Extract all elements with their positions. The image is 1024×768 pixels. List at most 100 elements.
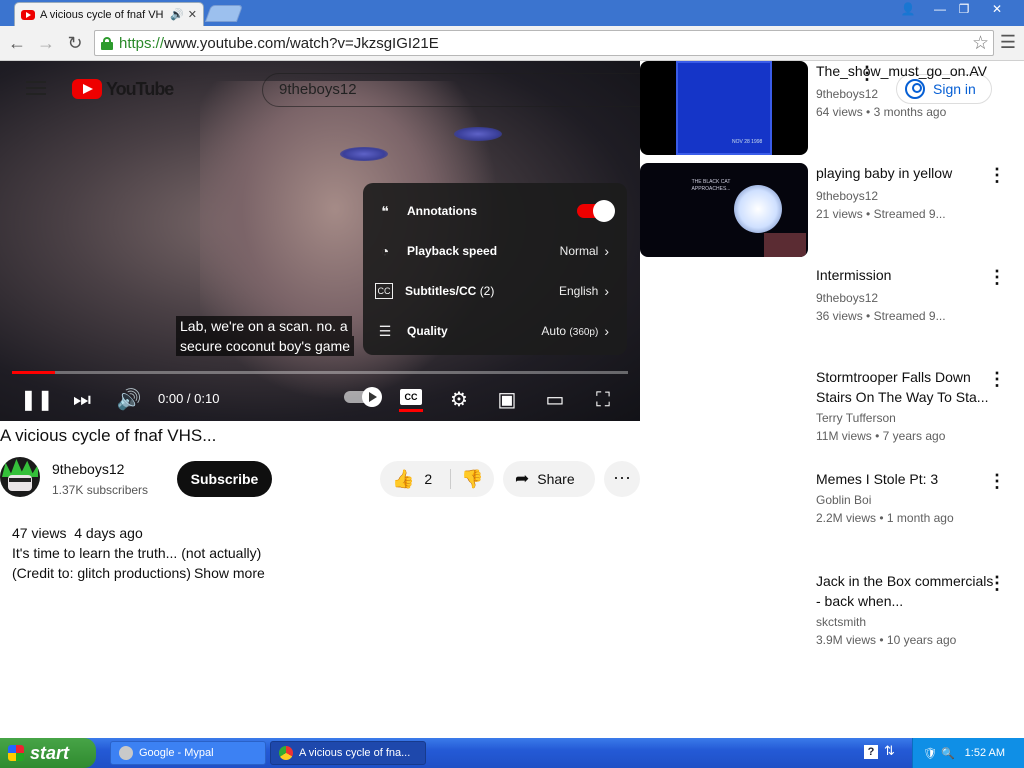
caption-line: Lab, we're on a scan. no. a xyxy=(176,316,352,336)
recommendation-item[interactable]: Memes I Stole Pt: 3 Goblin Boi 2.2M view… xyxy=(640,469,1024,569)
recommendation-channel[interactable]: skctsmith xyxy=(816,615,866,629)
sliders-icon: ☰ xyxy=(378,323,392,339)
speed-icon: ◔ xyxy=(380,243,390,259)
caption-line: secure coconut boy's game xyxy=(176,336,354,356)
subtitles-active-indicator xyxy=(399,409,423,412)
recommendation-stats: 21 views • Streamed 9... xyxy=(816,207,946,221)
video-thumbnail[interactable]: THE BLACK CAT APPROACHES... xyxy=(640,163,808,257)
recommendation-item[interactable]: Jack in the Box commercials - back when.… xyxy=(640,571,1024,671)
search-input[interactable]: 9theboys12 xyxy=(262,73,640,107)
recommendation-title[interactable]: The_show_must_go_on.AV xyxy=(816,61,994,81)
chrome-app-icon xyxy=(279,746,293,760)
hamburger-menu-icon[interactable] xyxy=(26,81,46,95)
new-tab-button[interactable] xyxy=(204,5,244,22)
miniplayer-icon[interactable]: ▣ xyxy=(492,385,522,415)
recommendation-item[interactable]: Intermission 9theboys12 36 views • Strea… xyxy=(640,265,1024,365)
more-vertical-icon[interactable]: ⋮ xyxy=(988,471,1006,495)
more-vertical-icon[interactable]: ⋮ xyxy=(988,267,1006,291)
video-player[interactable]: YouTube 9theboys12 Lab, we're on a scan.… xyxy=(0,61,640,421)
settings-item-value: Normal xyxy=(559,244,599,258)
description-meta: 47 views 4 days ago xyxy=(12,525,143,541)
settings-item-subtitles[interactable]: CC Subtitles/CC (2) English › xyxy=(363,271,627,311)
browser-menu-icon[interactable]: ☰ xyxy=(998,32,1018,54)
recommendation-title[interactable]: Memes I Stole Pt: 3 xyxy=(816,469,994,489)
taskbar-item-chrome[interactable]: A vicious cycle of fna... xyxy=(270,741,426,765)
youtube-wordmark[interactable]: YouTube xyxy=(106,79,174,100)
browser-tab-active[interactable]: A vicious cycle of fnaf VH 🔊 ✕ xyxy=(14,2,204,26)
forward-arrow-icon[interactable]: → xyxy=(34,32,58,54)
more-vertical-icon[interactable]: ⋮ xyxy=(988,369,1006,393)
description-box[interactable]: 47 views 4 days ago It's time to learn t… xyxy=(0,512,640,592)
url-scheme: https:// xyxy=(119,34,165,52)
share-button[interactable]: ➦ Share xyxy=(503,461,595,497)
bookmark-star-icon[interactable]: ☆ xyxy=(972,32,989,55)
thumbs-up-icon: 👍 xyxy=(392,468,415,489)
gear-icon[interactable]: ⚙ xyxy=(444,385,474,415)
recommendation-channel[interactable]: Terry Tufferson xyxy=(816,411,896,425)
more-vertical-icon[interactable]: ⋮ xyxy=(988,165,1006,189)
network-icon[interactable]: ⇅ xyxy=(884,743,895,759)
recommendation-channel[interactable]: 9theboys12 xyxy=(816,291,878,305)
youtube-page: YouTube 9theboys12 Lab, we're on a scan.… xyxy=(0,61,1024,738)
settings-item-label: Playback speed xyxy=(407,244,498,258)
cc-icon: CC xyxy=(375,283,393,299)
search-icon[interactable]: 🔍 xyxy=(941,747,955,760)
video-thumbnail[interactable]: NOV 28 1998 xyxy=(640,61,808,155)
upload-date: 4 days ago xyxy=(74,525,143,541)
minimize-button[interactable]: — xyxy=(928,1,952,18)
recommendation-channel[interactable]: 9theboys12 xyxy=(816,87,878,101)
speaker-icon[interactable]: 🔊 xyxy=(170,8,184,21)
clock: 1:52 AM xyxy=(964,747,1006,759)
recommendation-item[interactable]: NOV 28 1998 The_show_must_go_on.AV 9theb… xyxy=(640,61,1024,161)
tray-app-icon[interactable]: 🛡 xyxy=(923,747,937,760)
address-bar[interactable]: https:// www.youtube.com/watch?v=JkzsgIG… xyxy=(94,30,994,56)
tab-close-icon[interactable]: ✕ xyxy=(188,8,197,21)
volume-icon[interactable]: 🔊 xyxy=(114,385,144,415)
settings-item-annotations[interactable]: ❝ Annotations xyxy=(363,191,627,231)
recommendation-title[interactable]: Jack in the Box commercials - back when.… xyxy=(816,571,994,611)
recommendation-channel[interactable]: Goblin Boi xyxy=(816,493,871,507)
time-display: 0:00 / 0:10 xyxy=(158,391,220,406)
channel-avatar[interactable] xyxy=(0,457,40,497)
profile-icon[interactable]: 👤 xyxy=(896,1,920,18)
annotations-toggle[interactable] xyxy=(577,200,615,222)
settings-item-quality[interactable]: ☰ Quality Auto (360p) › xyxy=(363,311,627,351)
close-window-button[interactable]: ✕ xyxy=(985,1,1009,18)
player-controls: ❚❚ ⏭ 🔊 0:00 / 0:10 CC ⚙ ▣ ▭ ⛶ xyxy=(0,381,640,421)
recommendation-item[interactable]: Stormtrooper Falls Down Stairs On The Wa… xyxy=(640,367,1024,467)
recommendation-title[interactable]: playing baby in yellow xyxy=(816,163,994,183)
recommendation-channel[interactable]: 9theboys12 xyxy=(816,189,878,203)
dislike-button[interactable]: 👎 xyxy=(451,461,494,497)
recommendation-title[interactable]: Intermission xyxy=(816,265,994,285)
settings-item-playback-speed[interactable]: ◔ Playback speed Normal › xyxy=(363,231,627,271)
subtitles-button[interactable]: CC xyxy=(400,389,422,405)
reload-icon[interactable]: ↻ xyxy=(63,32,87,54)
start-button[interactable]: start xyxy=(0,738,96,768)
help-icon[interactable]: ? xyxy=(864,745,878,759)
more-vertical-icon[interactable]: ⋮ xyxy=(858,63,876,87)
pause-icon[interactable]: ❚❚ xyxy=(20,385,54,415)
thumbnail-art: NOV 28 1998 xyxy=(676,61,772,155)
subscribe-button[interactable]: Subscribe xyxy=(177,461,272,497)
autoplay-toggle[interactable] xyxy=(344,387,382,407)
recommendation-item[interactable]: THE BLACK CAT APPROACHES... playing baby… xyxy=(640,163,1024,263)
show-more-button[interactable]: Show more xyxy=(194,565,265,581)
theater-mode-icon[interactable]: ▭ xyxy=(540,385,570,415)
back-arrow-icon[interactable]: ← xyxy=(5,32,29,54)
channel-name[interactable]: 9theboys12 xyxy=(52,461,124,477)
progress-bar[interactable] xyxy=(12,371,628,374)
taskbar-item-mypal[interactable]: Google - Mypal xyxy=(110,741,266,765)
more-actions-button[interactable]: ··· xyxy=(604,461,640,497)
restore-button[interactable]: ❐ xyxy=(952,1,976,18)
next-icon[interactable]: ⏭ xyxy=(67,385,97,415)
settings-item-value: Auto (360p) xyxy=(541,324,599,338)
like-button[interactable]: 👍 2 xyxy=(380,461,450,497)
recommendation-title[interactable]: Stormtrooper Falls Down Stairs On The Wa… xyxy=(816,367,994,407)
recommendation-stats: 64 views • 3 months ago xyxy=(816,105,947,119)
thumbnail-art xyxy=(734,185,782,233)
more-vertical-icon[interactable]: ⋮ xyxy=(988,573,1006,597)
fullscreen-icon[interactable]: ⛶ xyxy=(588,385,618,415)
video-frame-eye xyxy=(340,147,388,161)
youtube-logo-icon[interactable] xyxy=(72,79,102,99)
chevron-right-icon: › xyxy=(604,243,609,259)
